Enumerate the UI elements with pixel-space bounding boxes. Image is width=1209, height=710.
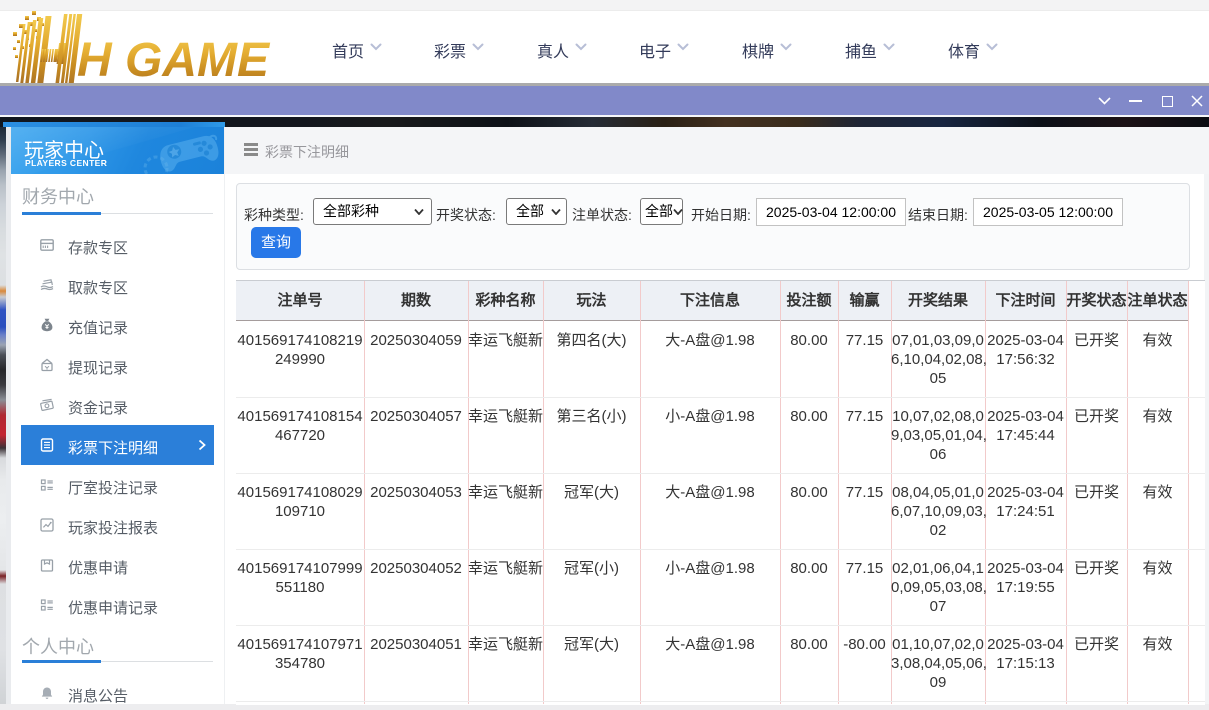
svg-text:H GAME: H GAME xyxy=(77,34,271,84)
